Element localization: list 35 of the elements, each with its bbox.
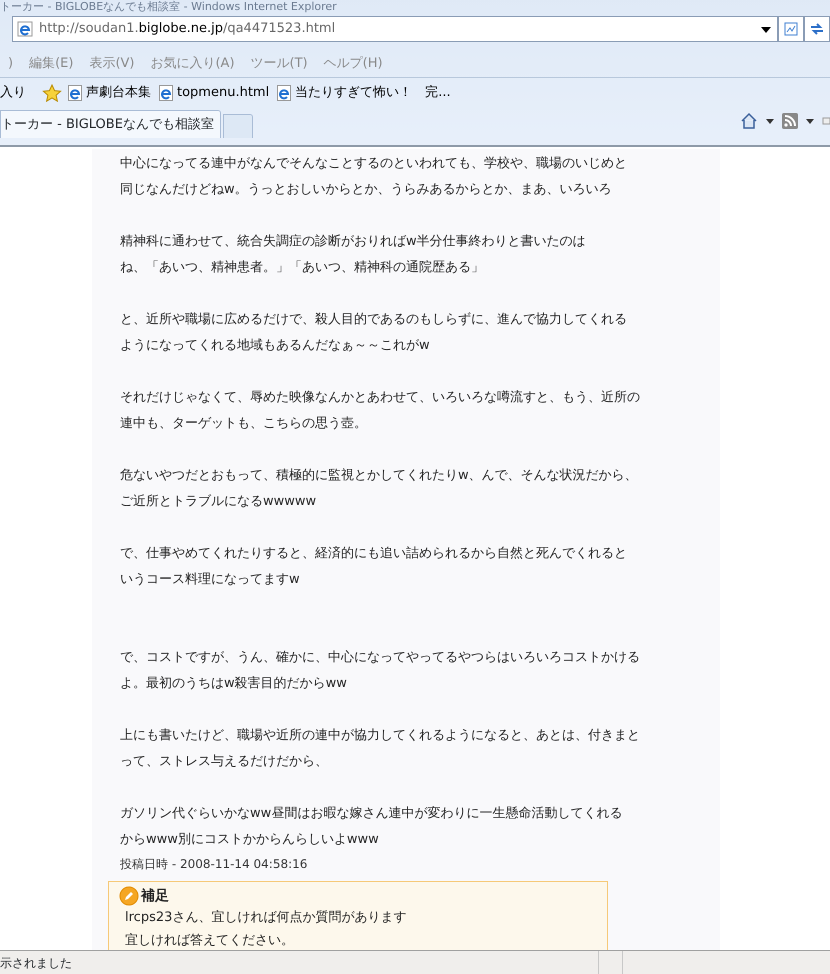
post-paragraph: で、コストですが、うん、確かに、中心になってやってるやつらはいろいろコストかける よ。最初のうちはw殺害目的だからww (120, 649, 641, 693)
post-paragraph: ガソリン代ぐらいかなww昼間はお暇な嫁さん連中が変わりに一生懸命活動してくれる からwww別にコストかからんらしいよwww (120, 805, 624, 849)
supplement-text: lrcps23さん、宜しければ何点か質問があります (124, 909, 408, 927)
window-title: トーカー - BIGLOBEなんでも相談室 - Windows Internet Explorer (0, 0, 338, 14)
post-paragraph: 危ないやつだとおもって、積極的に監視とかしてくれたりw、んで、そんな状況だから、 ご近所とトラブルになるwwwww (120, 467, 639, 511)
favorites-label[interactable]: 入り (0, 83, 26, 103)
refresh-icon[interactable] (804, 16, 830, 42)
supplement-title: 補足 (141, 888, 169, 904)
post-paragraph: 上にも書いたけど、職場や近所の連中が協力してくれるようになると、あとは、付きまと って、ストレス与えるだけだから、 (120, 727, 641, 771)
favorite-link[interactable]: 当たりすぎて怖い！ 完... (277, 83, 451, 103)
post-paragraph: 中心になってる連中がなんでそんなことするのといわれても、学校や、職場のいじめと 同じなんだけどねw。うっとおしいからとか、うらみあるからとか、まあ、いろいろ (120, 155, 628, 199)
post-paragraph: 精神科に通わせて、統合失調症の診断がおりればw半分仕事終わりと書いたのは ね、「あいつ、精神患者。」「あいつ、精神科の通院歴ある」 (120, 233, 587, 277)
status-text: 示されました (0, 954, 72, 972)
post-paragraph: と、近所や職場に広めるだけで、殺人目的であるのもしらずに、進んで協力してくれる ようになってくれる地域もあるんだなぁ～～これがw (120, 311, 628, 355)
compatibility-icon[interactable] (778, 16, 804, 42)
page-icon (159, 85, 173, 101)
page-icon (68, 85, 82, 101)
pencil-icon (119, 886, 139, 906)
page-icon (277, 85, 292, 101)
caret-icon[interactable] (806, 118, 814, 124)
post-paragraph: で、仕事やめてくれたりすると、経済的にも追い詰められるから自然と死んでくれると いうコース料理になってますw (120, 545, 628, 589)
star-icon[interactable] (42, 84, 62, 102)
favorite-link[interactable]: topmenu.html (159, 83, 270, 103)
page-icon (17, 21, 33, 37)
supplement-text: 宜しければ答えてください。 (124, 932, 295, 950)
address-field[interactable]: http://soudan1.biglobe.ne.jp/qa4471523.html (12, 16, 778, 42)
favorite-link[interactable]: 声劇台本集 (68, 83, 151, 103)
tab[interactable]: トーカー - BIGLOBEなんでも相談室 (0, 110, 221, 138)
home-icon[interactable] (740, 112, 758, 130)
caret-icon[interactable] (766, 118, 774, 124)
feed-icon[interactable] (782, 113, 798, 129)
url-text: http://soudan1.biglobe.ne.jp/qa4471523.html (39, 20, 336, 38)
post-date: 投稿日時 - 2008-11-14 04:58:16 (120, 856, 308, 873)
dropdown-icon[interactable] (761, 27, 771, 33)
post-paragraph: それだけじゃなくて、辱めた映像なんかとあわせて、いろいろな噂流すと、もう、近所の 連中も、ターゲットも、こちらの思う壺。 (120, 389, 641, 433)
